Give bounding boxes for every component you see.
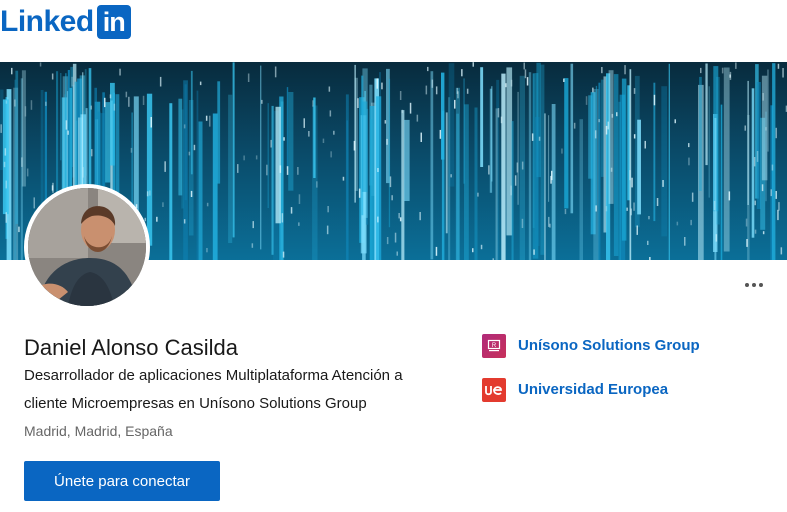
avatar-photo [28, 188, 146, 306]
svg-text:R: R [492, 343, 497, 349]
profile-avatar [24, 184, 150, 310]
company-name: Unísono Solutions Group [518, 337, 700, 354]
education-link[interactable]: Universidad Europea [482, 378, 668, 402]
unisono-logo-icon: R [482, 334, 506, 358]
profile-name: Daniel Alonso Casilda [24, 335, 239, 360]
join-to-connect-button[interactable]: Únete para conectar [24, 461, 220, 501]
profile-location: Madrid, Madrid, España [24, 423, 173, 439]
logo-in-badge: in [96, 5, 131, 39]
ellipsis-icon [752, 283, 756, 287]
profile-headline: Desarrollador de aplicaciones Multiplata… [24, 367, 403, 412]
current-company-link[interactable]: R Unísono Solutions Group [482, 334, 700, 358]
ellipsis-icon [759, 283, 763, 287]
universidad-europea-logo-icon [482, 378, 506, 402]
school-name: Universidad Europea [518, 381, 669, 398]
logo-wordmark: Linked [0, 5, 94, 38]
linkedin-logo[interactable]: Linked in [0, 4, 131, 40]
ellipsis-icon [745, 283, 749, 287]
more-options-button[interactable] [738, 276, 770, 294]
